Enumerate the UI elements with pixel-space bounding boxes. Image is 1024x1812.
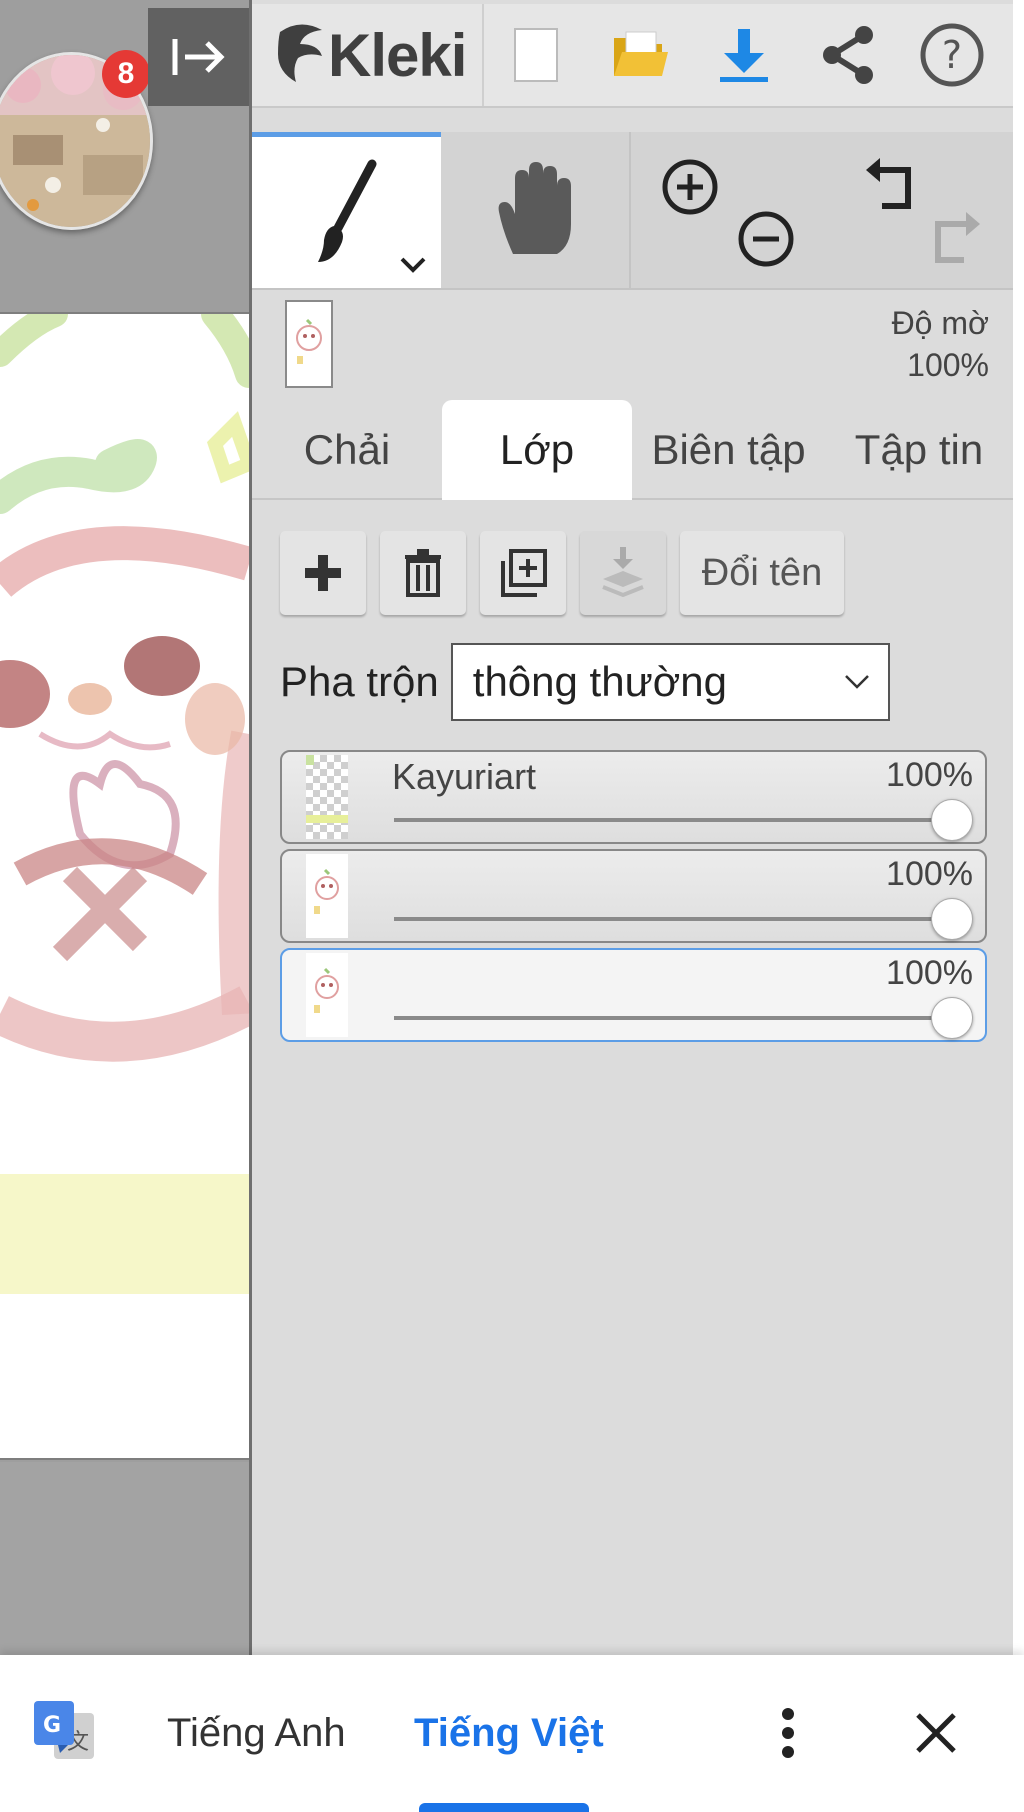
layer-opacity-value: 100% bbox=[886, 954, 973, 992]
blend-mode-row: Pha trộn thông thường bbox=[280, 643, 890, 721]
layer-action-buttons: Đổi tên bbox=[280, 531, 844, 615]
download-button[interactable] bbox=[692, 4, 796, 106]
help-button[interactable]: ? bbox=[900, 4, 1004, 106]
target-language-option[interactable]: Tiếng Việt bbox=[414, 1711, 604, 1756]
opacity-display: Độ mờ 100% bbox=[892, 302, 989, 386]
notification-badge: 8 bbox=[102, 50, 150, 98]
trash-icon bbox=[405, 549, 441, 597]
delete-layer-button[interactable] bbox=[380, 531, 466, 615]
layer-opacity-slider[interactable] bbox=[394, 818, 954, 822]
brush-icon bbox=[317, 159, 376, 262]
new-file-icon bbox=[514, 28, 558, 82]
hand-icon bbox=[498, 162, 571, 254]
opacity-value: 100% bbox=[907, 347, 989, 383]
close-translate-button[interactable] bbox=[906, 1703, 966, 1763]
layer-thumbnail bbox=[306, 953, 348, 1037]
tool-panel: Kleki ? Độ mờ 100% Chải Lớp Biên tập Tập… bbox=[252, 0, 1013, 1655]
close-icon bbox=[916, 1713, 956, 1753]
layer-opacity-value: 100% bbox=[886, 756, 973, 794]
layer-thumbnail bbox=[306, 854, 348, 938]
share-button[interactable] bbox=[796, 4, 900, 106]
brush-tool-button[interactable] bbox=[252, 132, 441, 288]
history-controls bbox=[822, 132, 1013, 288]
source-language-option[interactable]: Tiếng Anh bbox=[167, 1711, 346, 1756]
svg-text:?: ? bbox=[942, 33, 962, 77]
tab-edit[interactable]: Biên tập bbox=[632, 400, 825, 500]
redo-icon[interactable] bbox=[928, 210, 984, 266]
undo-icon[interactable] bbox=[862, 156, 918, 212]
new-file-button[interactable] bbox=[484, 4, 588, 106]
layer-thumbnail bbox=[306, 755, 348, 839]
kleki-logo: Kleki bbox=[252, 4, 484, 106]
layer-opacity-slider[interactable] bbox=[394, 917, 954, 921]
zoom-in-icon[interactable] bbox=[661, 158, 719, 216]
share-icon bbox=[823, 26, 873, 84]
zoom-out-icon[interactable] bbox=[737, 210, 795, 268]
slider-handle[interactable] bbox=[931, 997, 973, 1039]
drawing-canvas[interactable] bbox=[0, 312, 249, 1460]
open-folder-icon bbox=[614, 31, 668, 76]
tab-layer[interactable]: Lớp bbox=[442, 400, 632, 500]
layer-item[interactable]: 100% bbox=[280, 849, 987, 943]
active-language-indicator bbox=[419, 1803, 589, 1812]
merge-layer-button[interactable] bbox=[580, 531, 666, 615]
download-icon bbox=[720, 29, 768, 82]
zoom-controls bbox=[631, 132, 822, 288]
tab-file[interactable]: Tập tin bbox=[825, 400, 1013, 500]
merge-down-icon bbox=[602, 547, 644, 598]
more-options-button[interactable] bbox=[764, 1703, 812, 1763]
layer-name: Kayuriart bbox=[392, 756, 537, 797]
plus-icon bbox=[305, 555, 341, 591]
hand-tool-button[interactable] bbox=[441, 132, 631, 288]
svg-text:G: G bbox=[43, 1713, 61, 1738]
duplicate-icon bbox=[501, 549, 547, 597]
blend-mode-select[interactable]: thông thường bbox=[450, 643, 890, 721]
layer-opacity-value: 100% bbox=[886, 855, 973, 893]
translate-bar: 文 G Tiếng Anh Tiếng Việt bbox=[0, 1655, 1024, 1812]
divider bbox=[252, 288, 1013, 290]
layer-item[interactable]: Kayuriart 100% bbox=[280, 750, 987, 844]
slider-handle[interactable] bbox=[931, 799, 973, 841]
google-translate-icon[interactable]: 文 G bbox=[34, 1701, 96, 1761]
slider-handle[interactable] bbox=[931, 898, 973, 940]
duplicate-layer-button[interactable] bbox=[480, 531, 566, 615]
add-layer-button[interactable] bbox=[280, 531, 366, 615]
blend-mode-value: thông thường bbox=[472, 658, 727, 705]
chevron-down-icon bbox=[844, 675, 869, 689]
opacity-label: Độ mờ bbox=[891, 305, 989, 341]
kleki-logo-icon bbox=[278, 24, 322, 82]
tool-row bbox=[252, 132, 1013, 288]
canvas-area[interactable] bbox=[0, 0, 251, 1655]
rename-layer-button[interactable]: Đổi tên bbox=[680, 531, 844, 615]
top-toolbar: Kleki ? bbox=[252, 4, 1013, 108]
help-icon: ? bbox=[920, 23, 984, 87]
layer-preview-thumbnail[interactable] bbox=[285, 300, 333, 388]
collapse-panel-button[interactable] bbox=[148, 8, 249, 106]
more-vert-icon bbox=[782, 1708, 794, 1758]
panel-edge bbox=[1013, 0, 1024, 1655]
tab-brush[interactable]: Chải bbox=[252, 400, 442, 500]
canvas-background bbox=[0, 1462, 251, 1655]
canvas-drawing bbox=[0, 314, 249, 1294]
chevron-down-icon bbox=[400, 257, 426, 273]
blend-mode-label: Pha trộn bbox=[280, 658, 439, 705]
open-file-button[interactable] bbox=[588, 4, 692, 106]
layer-item-selected[interactable]: 100% bbox=[280, 948, 987, 1042]
panel-tabs: Chải Lớp Biên tập Tập tin bbox=[252, 400, 1013, 500]
arrow-right-bar-icon bbox=[172, 39, 225, 75]
layer-opacity-slider[interactable] bbox=[394, 1016, 954, 1020]
